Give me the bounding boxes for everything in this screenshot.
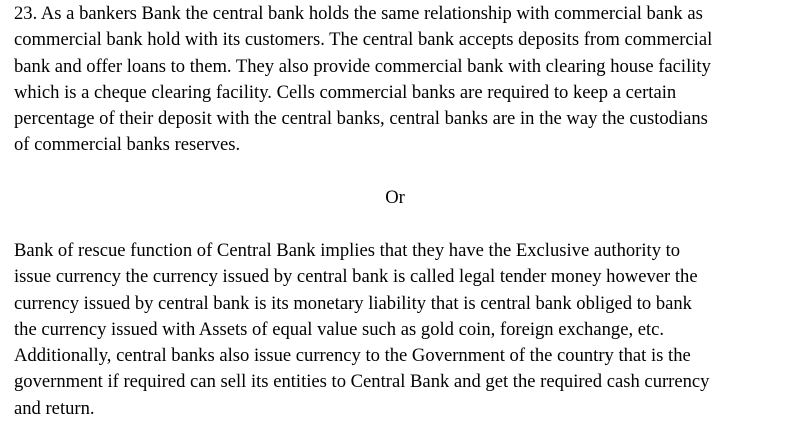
text-line: government if required can sell its enti… <box>14 371 710 393</box>
text-line: 23. As a bankers Bank the central bank h… <box>14 3 703 24</box>
text-line: issue currency the currency issued by ce… <box>14 266 698 288</box>
text-line: Additionally, central banks also issue c… <box>14 345 691 367</box>
text-line: the currency issued with Assets of equal… <box>14 318 665 340</box>
text-line: commercial bank hold with its customers.… <box>14 29 713 51</box>
text-line: which is a cheque clearing facility. Cel… <box>14 81 677 103</box>
text-line: currency issued by central bank is its m… <box>14 292 692 314</box>
answer-paragraph-main: 23. As a bankers Bank the central bank h… <box>14 1 776 159</box>
answer-paragraph-alternative: Bank of rescue function of Central Bank … <box>14 238 776 422</box>
text-line: Bank of rescue function of Central Bank … <box>14 240 681 261</box>
text-line: bank and offer loans to them. They also … <box>14 55 711 77</box>
text-line: of commercial banks reserves. <box>14 134 241 156</box>
text-line: and return. <box>14 397 95 419</box>
text-line: percentage of their deposit with the cen… <box>14 108 708 130</box>
or-separator: Or <box>385 187 405 208</box>
